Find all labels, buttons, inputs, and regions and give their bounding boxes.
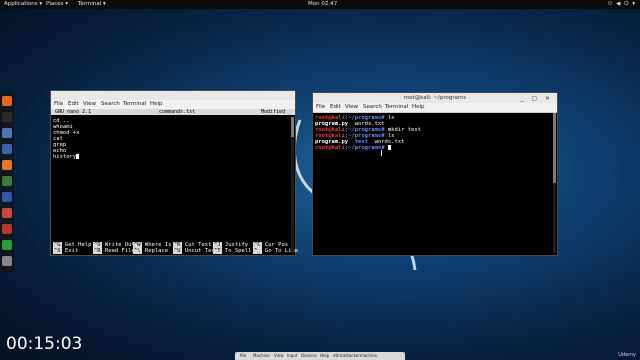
- nano-modified: Modified: [261, 109, 286, 115]
- nano-terminal-window[interactable]: File Edit View Search Terminal Help GNU nano …: [50, 90, 298, 256]
- right-titlebar[interactable]: root@kali: ~/programs _ ▢ ✕: [313, 93, 557, 103]
- window-title: root@kali: ~/programs: [403, 95, 467, 101]
- nano-shortcut-label: To Spell: [221, 248, 252, 254]
- menu-item-terminal[interactable]: Terminal: [123, 101, 146, 108]
- menu-item-help[interactable]: Help: [412, 104, 425, 111]
- left-titlebar[interactable]: [51, 91, 295, 100]
- nano-shortcut-label: Exit: [61, 248, 79, 254]
- menu-item-edit[interactable]: Edit: [68, 101, 79, 108]
- nano-header: GNU nano 2.1 commands.txt Modified: [51, 109, 295, 115]
- right-menubar: File Edit View Search Terminal Help: [313, 103, 557, 113]
- beef-icon[interactable]: [2, 208, 12, 218]
- menu-item-help[interactable]: Help: [150, 101, 163, 108]
- menu-item-view[interactable]: View: [83, 101, 96, 108]
- places-menu[interactable]: Places ▾: [46, 1, 68, 8]
- prompt-user: root@kali: [315, 145, 345, 151]
- metasploit-icon[interactable]: [2, 144, 12, 154]
- nano-shortcut-key: ^\: [133, 248, 142, 254]
- menu-item-view[interactable]: View: [345, 104, 358, 111]
- menu-item-edit[interactable]: Edit: [330, 104, 341, 111]
- terminal-line: root@kali:~/programs#: [315, 145, 391, 151]
- nano-shortcut[interactable]: ^\ Replace: [133, 248, 168, 254]
- taskbar-item[interactable]: file: [240, 353, 246, 359]
- nano-shortcut-key: ^R: [93, 248, 102, 254]
- left-scrollbar[interactable]: [291, 117, 294, 253]
- burp-icon[interactable]: [2, 160, 12, 170]
- taskbar-item[interactable]: Machine: [253, 353, 270, 359]
- menu-item-file[interactable]: File: [316, 104, 325, 111]
- apps-grid-icon[interactable]: [2, 256, 12, 266]
- taskbar-item[interactable]: Input: [287, 353, 297, 359]
- nano-shortcut-key: ^X: [53, 248, 62, 254]
- clock[interactable]: Mon 02:47: [308, 1, 337, 8]
- taskbar-item[interactable]: View: [274, 353, 284, 359]
- nano-editor[interactable]: GNU nano 2.1 commands.txt Modified cd ..…: [51, 109, 298, 255]
- right-scroll-thumb[interactable]: [553, 113, 556, 183]
- menu-item-search[interactable]: Search: [363, 104, 382, 111]
- dock: [0, 92, 14, 272]
- terminal-output[interactable]: root@kali:~/programs# ls program.py words…: [313, 113, 557, 255]
- nano-shortcut[interactable]: ^T To Spell: [213, 248, 251, 254]
- files-icon[interactable]: [2, 128, 12, 138]
- text-cursor: [387, 145, 391, 150]
- nano-shortcut[interactable]: ^X Exit: [53, 248, 78, 254]
- firefox-icon[interactable]: [2, 96, 12, 106]
- terminal-window[interactable]: root@kali: ~/programs _ ▢ ✕ File Edit View…: [312, 92, 558, 256]
- mouse-ibeam-cursor: [381, 150, 384, 156]
- terminal-app-menu[interactable]: Terminal ▾: [78, 1, 106, 8]
- nano-shortcut-label: Replace: [141, 248, 169, 254]
- nano-shortcut-key: ^_: [253, 248, 262, 254]
- top-panel: Applications ▾ Places ▾ Terminal ▾ Mon 0…: [0, 0, 640, 9]
- nano-filename: commands.txt: [159, 109, 196, 115]
- menu-item-search[interactable]: Search: [101, 101, 120, 108]
- right-scrollbar[interactable]: [553, 113, 556, 253]
- system-status-menu[interactable]: ⚇ ◀ ⏻ ▾: [607, 1, 636, 8]
- applications-menu[interactable]: Applications ▾: [4, 1, 42, 8]
- taskbar-item[interactable]: ethicalhackermachine: [333, 353, 377, 359]
- vm-taskbar: file Machine View Input Devices Help ethicalha…: [235, 352, 405, 360]
- udemy-watermark: Udemy: [618, 352, 636, 358]
- maltego-icon[interactable]: [2, 192, 12, 202]
- taskbar-item[interactable]: Help: [320, 353, 329, 359]
- left-scroll-thumb[interactable]: [291, 117, 294, 137]
- nano-shortcut-key: ^T: [213, 248, 222, 254]
- video-timer: 00:15:03: [6, 334, 83, 354]
- command-text: ls: [384, 115, 395, 121]
- nano-line[interactable]: history: [53, 154, 80, 160]
- nano-shortcut-label: Read File: [101, 248, 135, 254]
- nano-shortcut-key: ^U: [173, 248, 182, 254]
- nano-version: GNU nano 2.1: [55, 109, 92, 115]
- nano-shortcut[interactable]: ^R Read File: [93, 248, 135, 254]
- text-cursor: [76, 154, 80, 159]
- menu-item-file[interactable]: File: [54, 101, 63, 108]
- armitage-icon[interactable]: [2, 176, 12, 186]
- nano-shortcut[interactable]: ^U Uncut Text: [173, 248, 218, 254]
- menu-item-terminal[interactable]: Terminal: [385, 104, 408, 111]
- terminal-icon[interactable]: [2, 112, 12, 122]
- leafpad-icon[interactable]: [2, 240, 12, 250]
- faraday-icon[interactable]: [2, 224, 12, 234]
- prompt-path: :~/programs#: [344, 145, 385, 151]
- taskbar-item[interactable]: Devices: [301, 353, 317, 359]
